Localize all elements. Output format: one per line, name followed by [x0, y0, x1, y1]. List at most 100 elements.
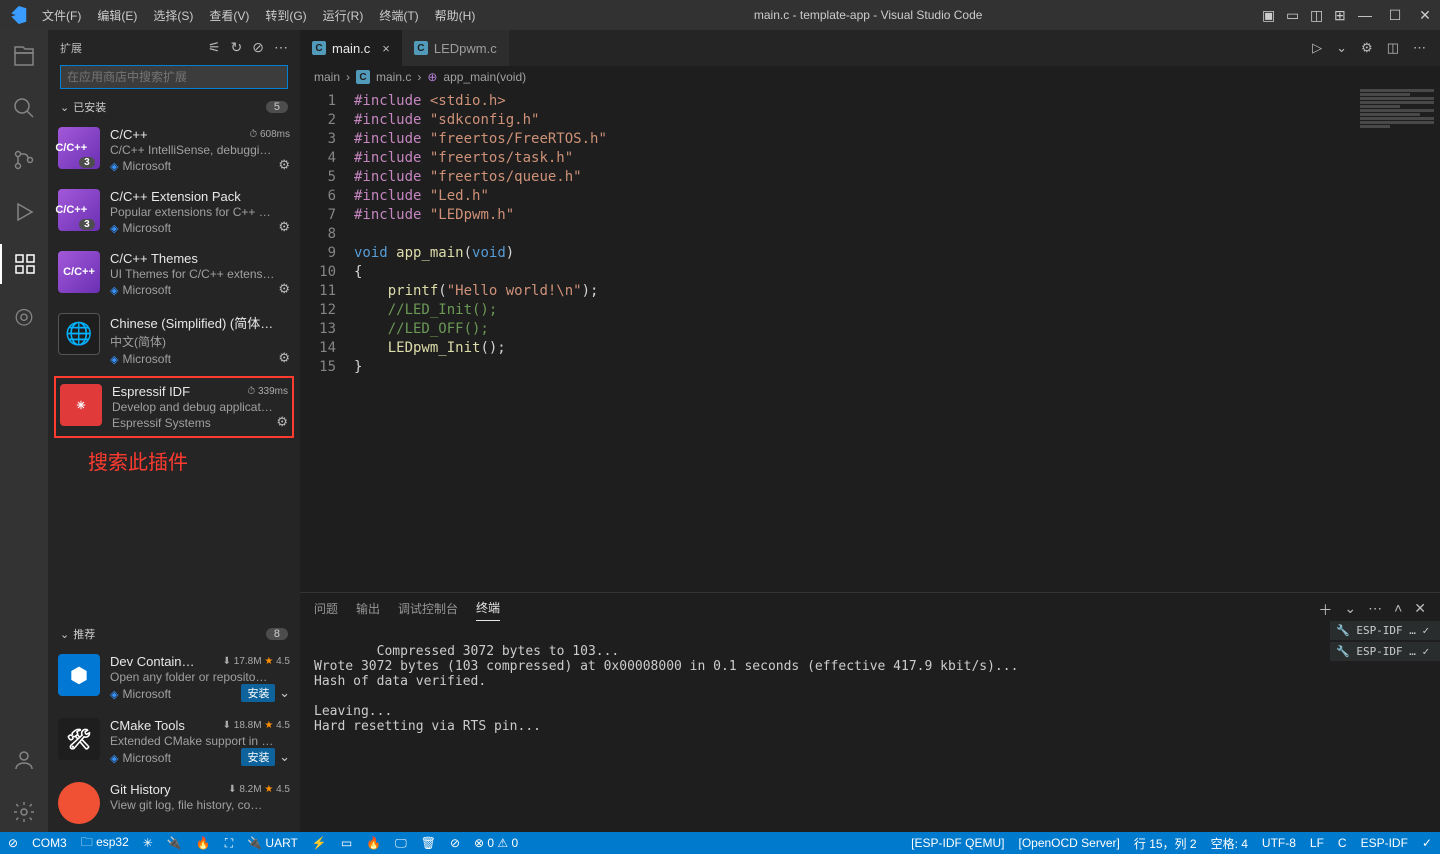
explorer-icon[interactable] [0, 36, 48, 76]
gear-icon[interactable]: ⚙ [278, 219, 290, 235]
status-item[interactable]: ⚡ [312, 836, 327, 850]
status-item[interactable]: ✳ [143, 836, 153, 850]
more-icon[interactable]: ⋯ [1413, 40, 1426, 56]
extension-publisher: ◈Microsoft [110, 352, 171, 366]
panel-tabs: 问题输出调试控制台终端 ＋ ⌄ ⋯ ˄ ✕ [300, 593, 1440, 621]
extension-item[interactable]: ✳Espressif IDF⏱ 339msDevelop and debug a… [54, 376, 294, 438]
layout-icon[interactable]: ◫ [1302, 3, 1326, 28]
editor-tab[interactable]: Cmain.c× [300, 30, 402, 66]
clear-icon[interactable]: ⊘ [252, 39, 264, 56]
filter-icon[interactable]: ⚟ [208, 39, 221, 56]
extensions-icon[interactable] [0, 244, 48, 284]
extension-search-input[interactable] [60, 65, 288, 89]
extension-item[interactable]: Git History⬇ 8.2M ★ 4.5View git log, fil… [48, 774, 300, 832]
status-item[interactable]: COM3 [32, 836, 67, 850]
breadcrumb[interactable]: main › Cmain.c › ⊕app_main(void) [300, 66, 1440, 88]
chevron-down-icon[interactable]: ⌄ [1336, 40, 1347, 56]
layout-icon[interactable]: ⊞ [1326, 3, 1350, 28]
panel-tab[interactable]: 输出 [356, 600, 380, 621]
terminal-output[interactable]: Compressed 3072 bytes to 103... Wrote 30… [300, 621, 1440, 832]
menu-item[interactable]: 转到(G) [258, 3, 313, 28]
maximize-icon[interactable]: ☐ [1380, 3, 1410, 28]
install-button[interactable]: 安装 [241, 684, 275, 702]
extension-desc: View git log, file history, co… [110, 798, 290, 812]
layout-icon[interactable]: ▣ [1254, 3, 1278, 28]
new-terminal-icon[interactable]: ＋ [1318, 600, 1332, 620]
install-button[interactable]: 安装 [241, 748, 275, 766]
more-icon[interactable]: ⋯ [1368, 600, 1382, 620]
gear-icon[interactable]: ⚙ [276, 414, 288, 430]
panel-tab[interactable]: 调试控制台 [398, 600, 458, 621]
extension-publisher: Espressif Systems [112, 416, 211, 430]
status-item[interactable]: [ESP-IDF QEMU] [911, 836, 1004, 850]
panel-tab[interactable]: 终端 [476, 599, 500, 621]
menu-item[interactable]: 文件(F) [35, 3, 88, 28]
settings-gear-icon[interactable] [0, 792, 48, 832]
status-item[interactable]: 🗀 esp32 [81, 833, 129, 854]
terminal-instance[interactable]: 🔧 ESP-IDF … ✓ [1330, 621, 1440, 640]
annotation-text: 搜索此插件 [48, 440, 300, 477]
extension-item[interactable]: C/C++3C/C++⏱ 608msC/C++ IntelliSense, de… [48, 119, 300, 181]
gear-icon[interactable]: ⚙ [278, 350, 290, 366]
status-item[interactable]: ESP-IDF [1361, 836, 1408, 850]
chevron-down-icon[interactable]: ⌄ [279, 685, 290, 700]
gear-icon[interactable]: ⚙ [1361, 40, 1373, 56]
maximize-panel-icon[interactable]: ˄ [1394, 600, 1402, 620]
status-item[interactable]: UTF-8 [1262, 836, 1296, 850]
run-icon[interactable]: ▷ [1312, 40, 1322, 56]
minimize-icon[interactable]: — [1350, 3, 1380, 27]
split-editor-icon[interactable]: ◫ [1387, 40, 1399, 56]
status-item[interactable]: ⛶ [225, 836, 233, 851]
gear-icon[interactable]: ⚙ [278, 157, 290, 173]
installed-section[interactable]: ⌄已安装 5 [48, 95, 300, 119]
search-icon[interactable] [0, 88, 48, 128]
minimap[interactable] [1340, 88, 1440, 208]
extension-item[interactable]: C/C++C/C++ ThemesUI Themes for C/C++ ext… [48, 243, 300, 305]
terminal-instance[interactable]: 🔧 ESP-IDF … ✓ [1330, 642, 1440, 661]
menu-item[interactable]: 编辑(E) [90, 3, 144, 28]
status-item[interactable]: [OpenOCD Server] [1018, 836, 1119, 850]
run-debug-icon[interactable] [0, 192, 48, 232]
accounts-icon[interactable] [0, 740, 48, 780]
status-item[interactable]: 🔥 [366, 836, 381, 850]
status-item[interactable]: 行 15，列 2 [1134, 835, 1197, 852]
status-item[interactable]: 🔥 [196, 836, 211, 850]
close-panel-icon[interactable]: ✕ [1414, 600, 1426, 620]
code-editor[interactable]: 123456789101112131415 #include <stdio.h>… [300, 88, 1440, 592]
chevron-down-icon[interactable]: ⌄ [1344, 600, 1356, 620]
status-item[interactable]: C [1338, 836, 1347, 850]
status-item[interactable]: 🔌 UART [247, 836, 298, 850]
status-item[interactable]: 🖵 [395, 836, 407, 851]
refresh-icon[interactable]: ↻ [231, 39, 243, 56]
close-icon[interactable]: ✕ [1410, 3, 1440, 28]
status-item[interactable]: 🗑 [421, 836, 436, 850]
extension-desc: 中文(简体) [110, 333, 290, 350]
gear-icon[interactable]: ⚙ [278, 281, 290, 297]
status-item[interactable]: ⊘ [450, 836, 460, 850]
status-item[interactable]: ▭ [341, 836, 352, 850]
extension-item[interactable]: ⬢Dev Contain…⬇ 17.8M ★ 4.5Open any folde… [48, 646, 300, 710]
espressif-icon[interactable]: ◎ [0, 296, 48, 336]
layout-icon[interactable]: ▭ [1278, 3, 1302, 28]
extension-item[interactable]: 🌐Chinese (Simplified) (简体…中文(简体)◈Microso… [48, 305, 300, 374]
extension-item[interactable]: 🛠CMake Tools⬇ 18.8M ★ 4.5Extended CMake … [48, 710, 300, 774]
editor-tab[interactable]: CLEDpwm.c [402, 30, 509, 66]
status-item[interactable]: 🔌 [167, 836, 182, 850]
menu-item[interactable]: 终端(T) [372, 3, 425, 28]
status-item[interactable]: ⊘ [8, 836, 18, 850]
status-item[interactable]: ✓ [1422, 836, 1432, 850]
close-tab-icon[interactable]: × [376, 41, 390, 56]
more-icon[interactable]: ⋯ [274, 39, 288, 56]
extension-item[interactable]: C/C++3C/C++ Extension PackPopular extens… [48, 181, 300, 243]
status-item[interactable]: 空格: 4 [1211, 835, 1248, 852]
status-item[interactable]: ⊗ 0 ⚠ 0 [474, 836, 518, 850]
menu-item[interactable]: 运行(R) [316, 3, 371, 28]
source-control-icon[interactable] [0, 140, 48, 180]
menu-item[interactable]: 帮助(H) [428, 3, 483, 28]
recommended-section[interactable]: ⌄推荐 8 [48, 622, 300, 646]
menu-item[interactable]: 选择(S) [146, 3, 200, 28]
panel-tab[interactable]: 问题 [314, 600, 338, 621]
chevron-down-icon[interactable]: ⌄ [279, 749, 290, 764]
menu-item[interactable]: 查看(V) [202, 3, 256, 28]
status-item[interactable]: LF [1310, 836, 1324, 850]
